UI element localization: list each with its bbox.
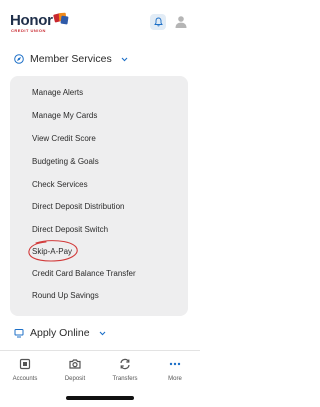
logo-mark-icon [53, 12, 69, 25]
user-icon[interactable] [175, 15, 187, 28]
tab-transfers-label: Transfers [112, 376, 138, 382]
menu-item-budgeting-goals[interactable]: Budgeting & Goals [32, 157, 99, 167]
compass-icon [14, 54, 24, 64]
apply-online-label: Apply Online [30, 327, 90, 339]
app-header: Honor CREDIT UNION [0, 0, 200, 44]
transfer-icon [120, 358, 130, 370]
menu-item-manage-my-cards[interactable]: Manage My Cards [32, 111, 97, 121]
member-services-menu: Manage Alerts Manage My Cards View Credi… [10, 76, 188, 316]
more-dots-icon [169, 362, 181, 366]
menu-item-direct-deposit-distribution[interactable]: Direct Deposit Distribution [32, 202, 124, 212]
menu-item-round-up-savings[interactable]: Round Up Savings [32, 291, 99, 301]
tab-transfers[interactable]: Transfers [100, 357, 150, 389]
accounts-icon [19, 358, 31, 370]
menu-item-direct-deposit-switch[interactable]: Direct Deposit Switch [32, 225, 108, 235]
menu-item-view-credit-score[interactable]: View Credit Score [32, 134, 96, 144]
tab-accounts[interactable]: Accounts [0, 357, 50, 389]
tab-deposit-label: Deposit [64, 376, 86, 382]
tab-accounts-label: Accounts [12, 376, 38, 382]
brand-tagline: CREDIT UNION [11, 28, 46, 33]
monitor-icon [14, 329, 24, 338]
brand-name: Honor [10, 12, 53, 29]
camera-icon [69, 359, 81, 369]
menu-item-skip-a-pay[interactable]: Skip-A-Pay [32, 247, 72, 257]
notifications-button[interactable] [150, 14, 166, 30]
menu-item-check-services[interactable]: Check Services [32, 180, 88, 190]
bottom-tab-bar: Accounts Deposit Transfers More [0, 351, 200, 393]
tab-deposit[interactable]: Deposit [50, 357, 100, 389]
brand-logo: Honor CREDIT UNION [10, 12, 74, 38]
menu-item-credit-card-balance-transfer[interactable]: Credit Card Balance Transfer [32, 269, 136, 279]
chevron-down-icon [99, 331, 105, 335]
menu-item-manage-alerts[interactable]: Manage Alerts [32, 88, 83, 98]
tab-more-label: More [168, 376, 182, 382]
apply-online-header[interactable]: Apply Online [14, 326, 106, 340]
tab-more[interactable]: More [150, 357, 200, 389]
chevron-down-icon [121, 57, 128, 61]
member-services-label: Member Services [30, 53, 112, 65]
member-services-header[interactable]: Member Services [14, 52, 128, 66]
bell-icon [153, 17, 163, 27]
home-indicator[interactable] [66, 396, 134, 400]
